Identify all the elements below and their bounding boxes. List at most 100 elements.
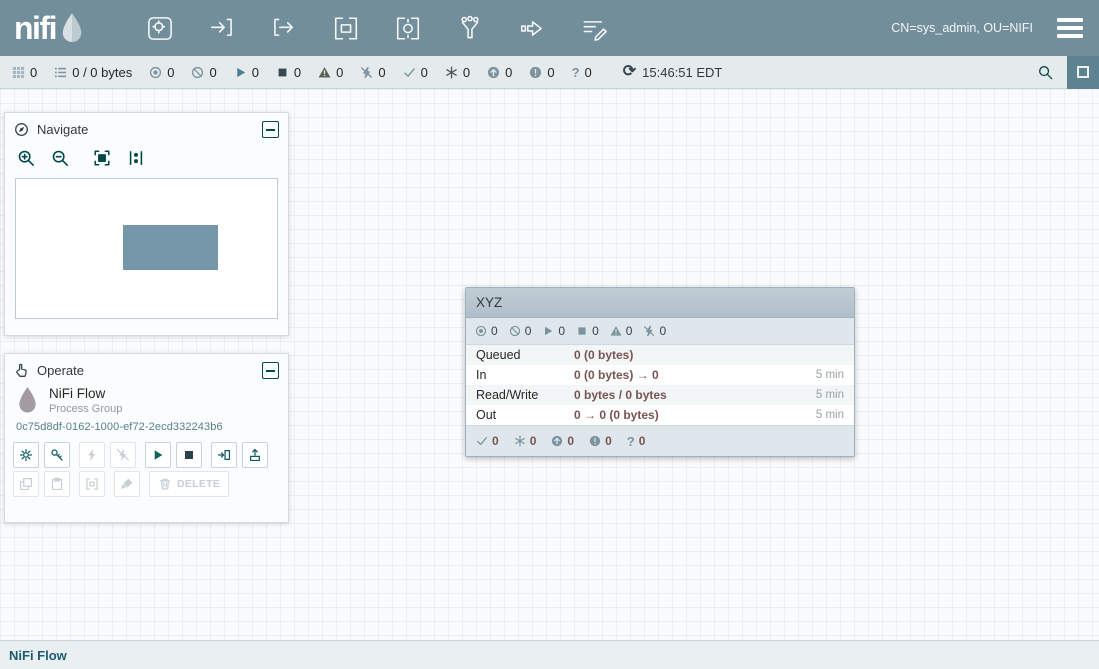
copy-button[interactable] bbox=[13, 471, 39, 497]
status-stale: 0 bbox=[487, 65, 512, 80]
process-group-name: XYZ bbox=[476, 295, 502, 310]
pg-out-row: Out 0 → 0 (0 bytes) 5 min bbox=[466, 405, 854, 425]
pg-locally-modified-stat: 0 bbox=[514, 434, 537, 448]
nifi-app: nifi bbox=[0, 0, 1099, 669]
status-invalid: 0 bbox=[318, 65, 343, 80]
zoom-out-button[interactable] bbox=[48, 147, 72, 169]
zoom-out-icon bbox=[51, 149, 69, 167]
app-header: nifi bbox=[0, 0, 1099, 56]
processor-icon bbox=[143, 14, 177, 43]
navigate-toolbar bbox=[5, 144, 288, 171]
running-play-icon bbox=[542, 325, 554, 337]
selected-component-info: NiFi Flow Process Group bbox=[5, 385, 288, 418]
status-stopped: 0 bbox=[276, 65, 301, 80]
trash-icon bbox=[158, 477, 172, 491]
pg-locally-modified-stale-stat: 0 bbox=[589, 434, 612, 448]
pg-transmitting-stat: 0 bbox=[475, 324, 498, 338]
paste-button[interactable] bbox=[44, 471, 70, 497]
status-active-threads: 0 bbox=[12, 65, 37, 80]
bolt-icon bbox=[85, 448, 99, 462]
minus-icon bbox=[266, 129, 275, 131]
refresh-icon[interactable]: ⟳ bbox=[623, 64, 636, 80]
delete-button[interactable]: DELETE bbox=[149, 471, 229, 497]
process-group-header[interactable]: XYZ bbox=[466, 288, 854, 318]
global-menu-button[interactable] bbox=[1055, 16, 1085, 40]
flow-canvas[interactable]: Navigate bbox=[0, 89, 1099, 640]
stop-button[interactable] bbox=[176, 442, 202, 468]
question-icon: ? bbox=[572, 66, 580, 79]
template-save-icon bbox=[217, 448, 231, 462]
status-not-transmitting: 0 bbox=[191, 65, 216, 80]
label-icon bbox=[577, 14, 611, 43]
output-port-icon bbox=[267, 14, 301, 43]
create-template-button[interactable] bbox=[211, 442, 237, 468]
key-icon bbox=[50, 448, 64, 462]
status-right bbox=[1038, 56, 1099, 88]
square-icon bbox=[1077, 66, 1089, 78]
actual-size-icon bbox=[127, 149, 145, 167]
label-component-button[interactable] bbox=[575, 12, 613, 44]
play-icon bbox=[151, 448, 165, 462]
compass-icon bbox=[14, 122, 29, 137]
status-locally-modified-stale: 0 bbox=[529, 65, 554, 80]
pg-stopped-stat: 0 bbox=[576, 324, 599, 338]
remote-process-group-component-button[interactable] bbox=[389, 12, 427, 44]
exclamation-circle-icon bbox=[589, 435, 601, 447]
zoom-fit-button[interactable] bbox=[90, 147, 114, 169]
disable-button[interactable] bbox=[110, 442, 136, 468]
upload-template-button[interactable] bbox=[242, 442, 268, 468]
process-group-xyz[interactable]: XYZ 0 0 0 0 bbox=[465, 287, 855, 457]
search-button[interactable] bbox=[1038, 65, 1053, 80]
selected-component-name: NiFi Flow bbox=[49, 386, 122, 401]
threads-grid-icon bbox=[12, 66, 25, 79]
input-port-component-button[interactable] bbox=[203, 12, 241, 44]
enable-button[interactable] bbox=[79, 442, 105, 468]
zoom-in-button[interactable] bbox=[14, 147, 38, 169]
navigate-panel-header: Navigate bbox=[5, 113, 288, 144]
component-toolbar bbox=[141, 12, 613, 44]
transmitting-icon bbox=[475, 325, 487, 337]
process-group-droplet-icon bbox=[16, 386, 39, 415]
process-group-component-button[interactable] bbox=[327, 12, 365, 44]
navigate-collapse-button[interactable] bbox=[262, 121, 279, 138]
template-icon bbox=[515, 14, 549, 43]
header-right: CN=sys_admin, OU=NIFI bbox=[891, 16, 1085, 40]
template-component-button[interactable] bbox=[513, 12, 551, 44]
stopped-stop-icon bbox=[576, 325, 588, 337]
zoom-actual-size-button[interactable] bbox=[124, 147, 148, 169]
question-icon: ? bbox=[627, 435, 635, 448]
minimap-component-rect[interactable] bbox=[123, 225, 218, 270]
queued-list-icon bbox=[54, 66, 67, 79]
operate-panel: Operate NiFi Flow Process Group 0c75d8df… bbox=[4, 353, 289, 523]
arrow-circle-up-icon bbox=[487, 66, 500, 79]
access-policies-button[interactable] bbox=[44, 442, 70, 468]
birdseye-minimap[interactable] bbox=[15, 178, 278, 319]
arrow-circle-up-icon bbox=[551, 435, 563, 447]
zoom-fit-icon bbox=[93, 149, 111, 167]
configure-button[interactable] bbox=[13, 442, 39, 468]
start-button[interactable] bbox=[145, 442, 171, 468]
fill-color-button[interactable] bbox=[114, 471, 140, 497]
status-disabled: 0 bbox=[360, 65, 385, 80]
operate-panel-header: Operate bbox=[5, 354, 288, 385]
group-button[interactable] bbox=[79, 471, 105, 497]
exclamation-circle-icon bbox=[529, 66, 542, 79]
stopped-stop-icon bbox=[276, 66, 289, 79]
status-locally-modified: 0 bbox=[445, 65, 470, 80]
pg-up-to-date-stat: 0 bbox=[476, 434, 499, 448]
check-icon bbox=[476, 435, 488, 447]
output-port-component-button[interactable] bbox=[265, 12, 303, 44]
funnel-component-button[interactable] bbox=[451, 12, 489, 44]
panel-toggle-button[interactable] bbox=[1067, 56, 1099, 89]
pg-in-row: In 0 (0 bytes) → 0 5 min bbox=[466, 365, 854, 385]
breadcrumb[interactable]: NiFi Flow bbox=[9, 648, 67, 663]
bolt-slash-icon bbox=[116, 448, 130, 462]
processor-component-button[interactable] bbox=[141, 12, 179, 44]
asterisk-icon bbox=[514, 435, 526, 447]
breadcrumb-bar: NiFi Flow bbox=[0, 640, 1099, 669]
current-user: CN=sys_admin, OU=NIFI bbox=[891, 21, 1033, 35]
pg-sync-failure-stat: ? 0 bbox=[627, 434, 646, 448]
process-group-version-row: 0 0 0 0 bbox=[466, 425, 854, 456]
last-refreshed-time: 15:46:51 EDT bbox=[642, 65, 722, 80]
operate-collapse-button[interactable] bbox=[262, 362, 279, 379]
